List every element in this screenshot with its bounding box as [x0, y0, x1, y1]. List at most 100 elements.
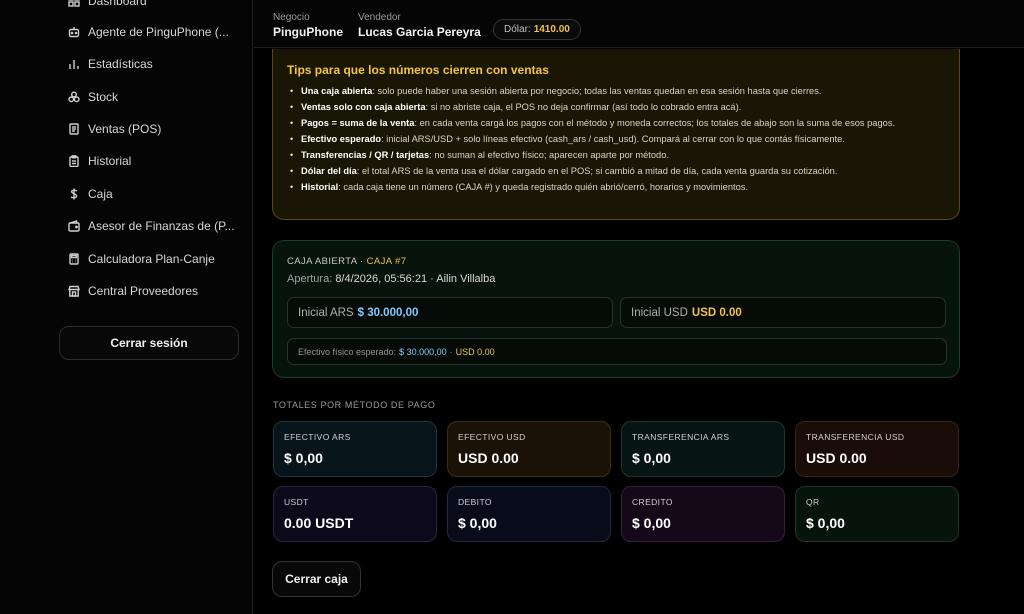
card-value: USD 0.00: [458, 450, 519, 466]
tip-text: : solo puede haber una sesión abierta po…: [372, 86, 822, 96]
dolar-badge: Dólar: 1410.00: [493, 19, 581, 40]
dolar-label: Dólar:: [504, 24, 531, 35]
sidebar-item-label: Agente de PinguPhone (...: [88, 25, 229, 39]
boxes-icon: [68, 91, 80, 103]
total-card-efectivo-usd: EFECTIVO USD USD 0.00: [447, 421, 611, 477]
cerrar-caja-button[interactable]: Cerrar caja: [272, 561, 361, 597]
negocio-value: PinguPhone: [273, 25, 343, 39]
tip-bold: Dólar del día: [301, 166, 357, 176]
tip-text: : inicial ARS/USD + solo líneas efectivo…: [381, 134, 845, 144]
inicial-ars-label: Inicial ARS: [298, 306, 354, 319]
card-label: TRANSFERENCIA ARS: [632, 432, 730, 442]
sidebar: Dashboard Agente de PinguPhone (... Esta…: [0, 0, 253, 614]
sidebar-item-label: Dashboard: [88, 0, 147, 8]
tip-bold: Historial: [301, 182, 339, 192]
inicial-usd-box: Inicial USD USD 0.00: [620, 297, 946, 328]
card-value: USD 0.00: [806, 450, 867, 466]
sidebar-item-caja[interactable]: Caja: [68, 185, 113, 203]
logout-button[interactable]: Cerrar sesión: [59, 326, 239, 360]
sidebar-item-stock[interactable]: Stock: [68, 88, 118, 106]
store-icon: [68, 285, 80, 297]
card-value: $ 0,00: [632, 515, 671, 531]
card-label: EFECTIVO ARS: [284, 432, 351, 442]
sidebar-item-dashboard[interactable]: Dashboard: [68, 0, 147, 10]
caja-status: CAJA ABIERTA: [287, 256, 357, 267]
tip-text: : cada caja tiene un número (CAJA #) y q…: [338, 182, 748, 192]
total-card-qr: QR $ 0,00: [795, 486, 959, 542]
sidebar-item-calculadora[interactable]: Calculadora Plan-Canje: [68, 250, 215, 268]
total-card-transferencia-usd: TRANSFERENCIA USD USD 0.00: [795, 421, 959, 477]
sidebar-item-asesor[interactable]: Asesor de Finanzas de (P...: [68, 217, 235, 235]
inicial-ars-value: $ 30.000,00: [357, 306, 419, 319]
card-label: EFECTIVO USD: [458, 432, 526, 442]
tip-text: : si no abriste caja, el POS no deja con…: [425, 102, 742, 112]
esperado-label: Efectivo físico esperado:: [298, 346, 397, 357]
card-label: TRANSFERENCIA USD: [806, 432, 905, 442]
sidebar-item-label: Asesor de Finanzas de (P...: [88, 219, 235, 233]
vendedor-label: Vendedor: [358, 12, 401, 23]
sidebar-item-label: Historial: [88, 154, 132, 168]
clipboard-icon: [68, 155, 80, 167]
total-card-debito: DEBITO $ 0,00: [447, 486, 611, 542]
tip-bold: Transferencias / QR / tarjetas: [301, 150, 430, 160]
caja-separator: ·: [359, 256, 364, 267]
dashboard-icon: [68, 0, 80, 7]
card-label: USDT: [284, 497, 309, 507]
tip-bold: Pagos = suma de la venta: [301, 118, 415, 128]
sidebar-item-label: Central Proveedores: [88, 284, 199, 298]
sidebar-item-label: Stock: [88, 90, 119, 104]
tip-item: Pagos = suma de la venta: en cada venta …: [287, 117, 945, 130]
sidebar-item-estadisticas[interactable]: Estadísticas: [68, 55, 153, 73]
esperado-separator: ·: [449, 346, 453, 357]
inicial-ars-box: Inicial ARS $ 30.000,00: [287, 297, 613, 328]
inicial-usd-label: Inicial USD: [631, 306, 688, 319]
negocio-label: Negocio: [273, 12, 310, 23]
tip-bold: Ventas solo con caja abierta: [301, 102, 426, 112]
caja-title: CAJA ABIERTA · CAJA #7: [287, 256, 406, 267]
tips-list: Una caja abierta: solo puede haber una s…: [287, 85, 945, 194]
apertura-value: 8/4/2026, 05:56:21 · Ailin Villalba: [335, 273, 496, 285]
efectivo-esperado-box: Efectivo físico esperado: $ 30.000,00 · …: [287, 338, 947, 365]
card-value: $ 0,00: [806, 515, 845, 531]
caja-number: CAJA #7: [366, 256, 407, 267]
sidebar-item-agente[interactable]: Agente de PinguPhone (...: [68, 23, 229, 41]
sidebar-item-label: Calculadora Plan-Canje: [88, 252, 215, 266]
total-card-efectivo-ars: EFECTIVO ARS $ 0,00: [273, 421, 437, 477]
sidebar-item-label: Ventas (POS): [88, 122, 162, 136]
sidebar-item-historial[interactable]: Historial: [68, 152, 131, 170]
wallet-icon: [68, 220, 80, 232]
tip-item: Ventas solo con caja abierta: si no abri…: [287, 101, 945, 114]
esperado-usd: USD 0.00: [455, 346, 495, 357]
dollar-icon: [68, 188, 80, 200]
receipt-icon: [68, 123, 80, 135]
sidebar-item-proveedores[interactable]: Central Proveedores: [68, 282, 198, 300]
card-label: DEBITO: [458, 497, 492, 507]
tip-item: Efectivo esperado: inicial ARS/USD + sol…: [287, 133, 945, 146]
tip-bold: Una caja abierta: [301, 86, 373, 96]
card-value: 0.00 USDT: [284, 515, 354, 531]
calculator-icon: [68, 253, 80, 265]
caja-abierta-panel: CAJA ABIERTA · CAJA #7 Apertura: 8/4/202…: [272, 240, 960, 378]
tip-text: : en cada venta cargá los pagos con el m…: [414, 118, 896, 128]
tip-item: Historial: cada caja tiene un número (CA…: [287, 181, 945, 194]
bot-icon: [68, 26, 80, 38]
tips-title: Tips para que los números cierren con ve…: [287, 63, 549, 77]
inicial-usd-value: USD 0.00: [691, 306, 742, 319]
sidebar-item-label: Caja: [88, 187, 113, 201]
totals-title: TOTALES POR MÉTODO DE PAGO: [273, 400, 436, 410]
tip-bold: Efectivo esperado: [301, 134, 382, 144]
card-label: CREDITO: [632, 497, 673, 507]
tip-item: Transferencias / QR / tarjetas: no suman…: [287, 149, 945, 162]
chart-icon: [68, 58, 80, 70]
vendedor-value: Lucas Garcia Pereyra: [358, 25, 481, 39]
card-label: QR: [806, 497, 820, 507]
tip-item: Una caja abierta: solo puede haber una s…: [287, 85, 945, 98]
total-card-credito: CREDITO $ 0,00: [621, 486, 785, 542]
total-card-transferencia-ars: TRANSFERENCIA ARS $ 0,00: [621, 421, 785, 477]
total-card-usdt: USDT 0.00 USDT: [273, 486, 437, 542]
tip-text: : el total ARS de la venta usa el dólar …: [356, 166, 838, 176]
top-header: Negocio PinguPhone Vendedor Lucas Garcia…: [254, 0, 1024, 48]
caja-apertura: Apertura: 8/4/2026, 05:56:21 · Ailin Vil…: [287, 273, 495, 285]
sidebar-item-ventas[interactable]: Ventas (POS): [68, 120, 161, 138]
esperado-ars: $ 30.000,00: [399, 346, 447, 357]
